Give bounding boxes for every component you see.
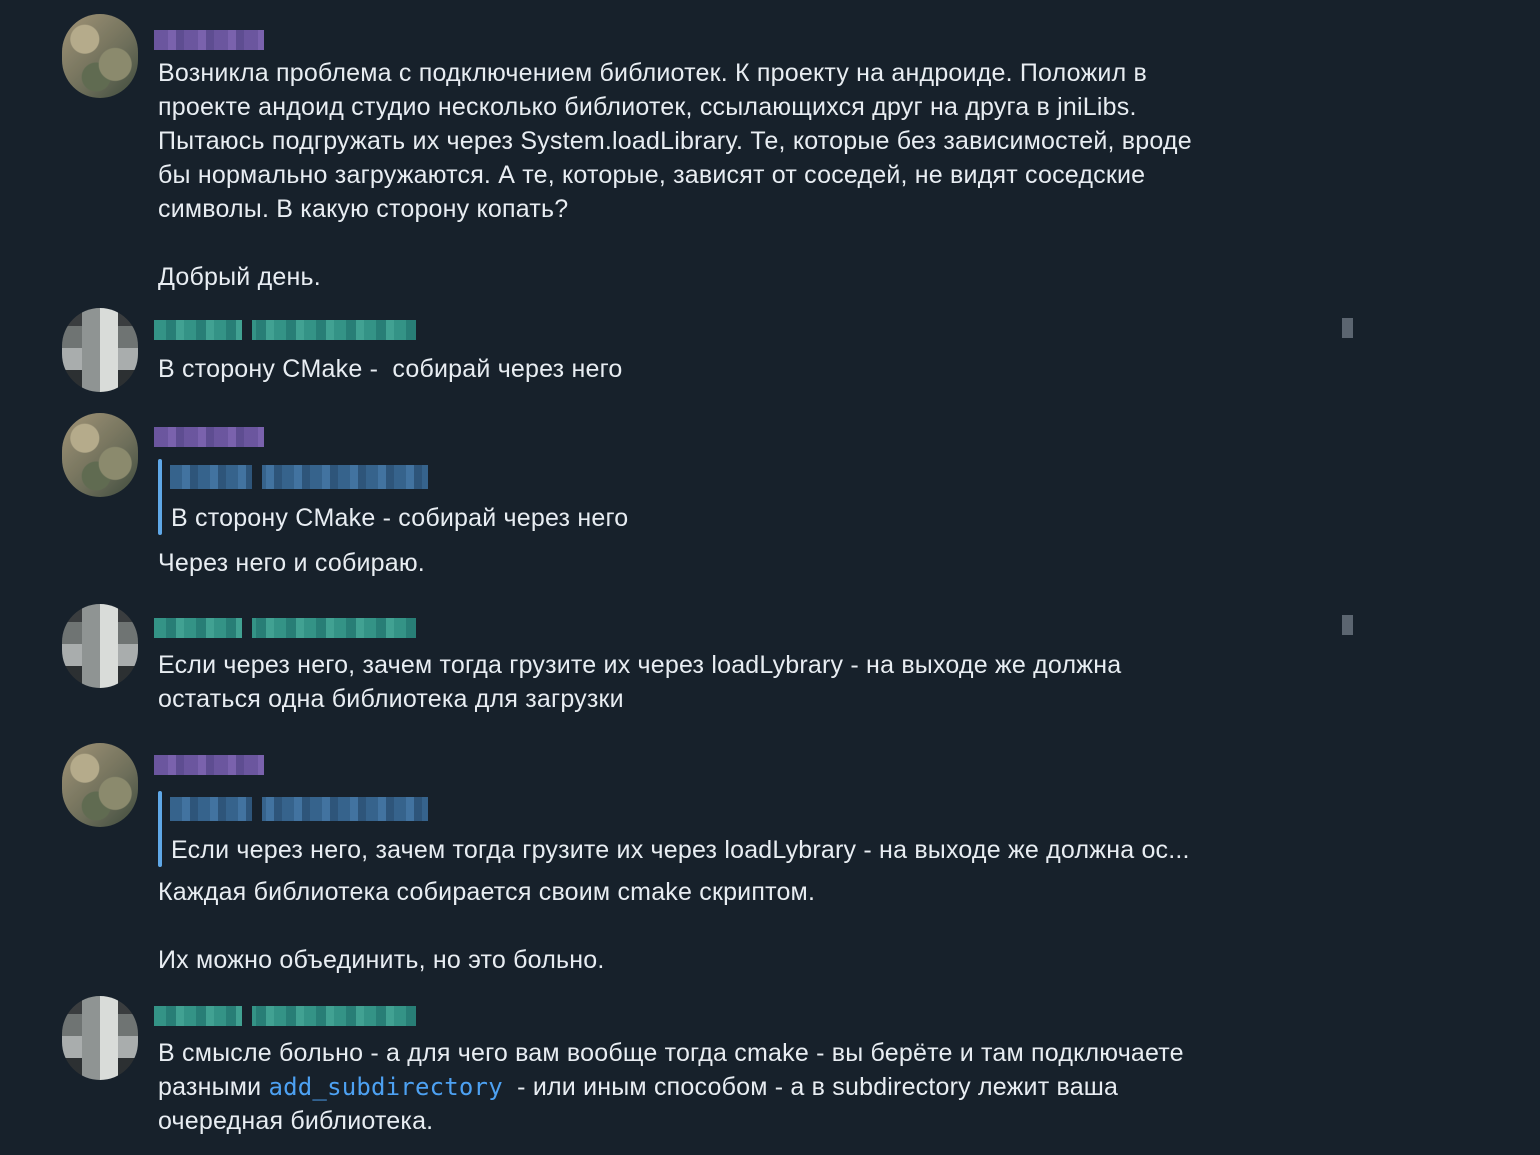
- sender-name[interactable]: [154, 618, 416, 638]
- reply-text: Если через него, зачем тогда грузите их …: [171, 836, 1190, 864]
- reply-quote[interactable]: В сторону CMake - собирай через него: [158, 459, 1358, 535]
- message-text: Каждая библиотека собирается своим cmake…: [158, 878, 816, 974]
- message-menu-icon[interactable]: [1342, 615, 1353, 635]
- message-1: Возникла проблема с подключением библиот…: [0, 0, 1540, 300]
- avatar[interactable]: [62, 604, 138, 688]
- avatar[interactable]: [62, 743, 138, 827]
- reply-sender-name: [170, 465, 428, 489]
- message-menu-icon[interactable]: [1342, 318, 1353, 338]
- avatar[interactable]: [62, 996, 138, 1080]
- avatar[interactable]: [62, 413, 138, 497]
- sender-name[interactable]: [154, 1006, 416, 1026]
- message-2: В сторону CMake - собирай через него: [0, 300, 1540, 400]
- reply-sender-name: [170, 797, 428, 821]
- avatar[interactable]: [62, 308, 138, 392]
- reply-bar: [158, 791, 162, 867]
- sender-name[interactable]: [154, 320, 416, 340]
- message-text: В сторону CMake - собирай через него: [158, 355, 623, 383]
- message-6: В смысле больно - а для чего вам вообще …: [0, 992, 1540, 1152]
- message-text: Через него и собираю.: [158, 549, 425, 577]
- message-text: Если через него, зачем тогда грузите их …: [158, 651, 1122, 713]
- sender-name[interactable]: [154, 427, 264, 447]
- reply-text: В сторону CMake - собирай через него: [171, 504, 629, 532]
- message-text: Возникла проблема с подключением библиот…: [158, 59, 1192, 291]
- message-5: Если через него, зачем тогда грузите их …: [0, 735, 1540, 990]
- sender-name[interactable]: [154, 755, 264, 775]
- sender-name[interactable]: [154, 30, 264, 50]
- message-3: В сторону CMake - собирай через него Чер…: [0, 405, 1540, 595]
- message-text: В смысле больно - а для чего вам вообще …: [158, 1036, 1358, 1138]
- inline-code[interactable]: add_subdirectory: [268, 1073, 502, 1101]
- message-4: Если через него, зачем тогда грузите их …: [0, 598, 1540, 728]
- avatar[interactable]: [62, 14, 138, 98]
- reply-bar: [158, 459, 162, 535]
- reply-quote[interactable]: Если через него, зачем тогда грузите их …: [158, 791, 1358, 867]
